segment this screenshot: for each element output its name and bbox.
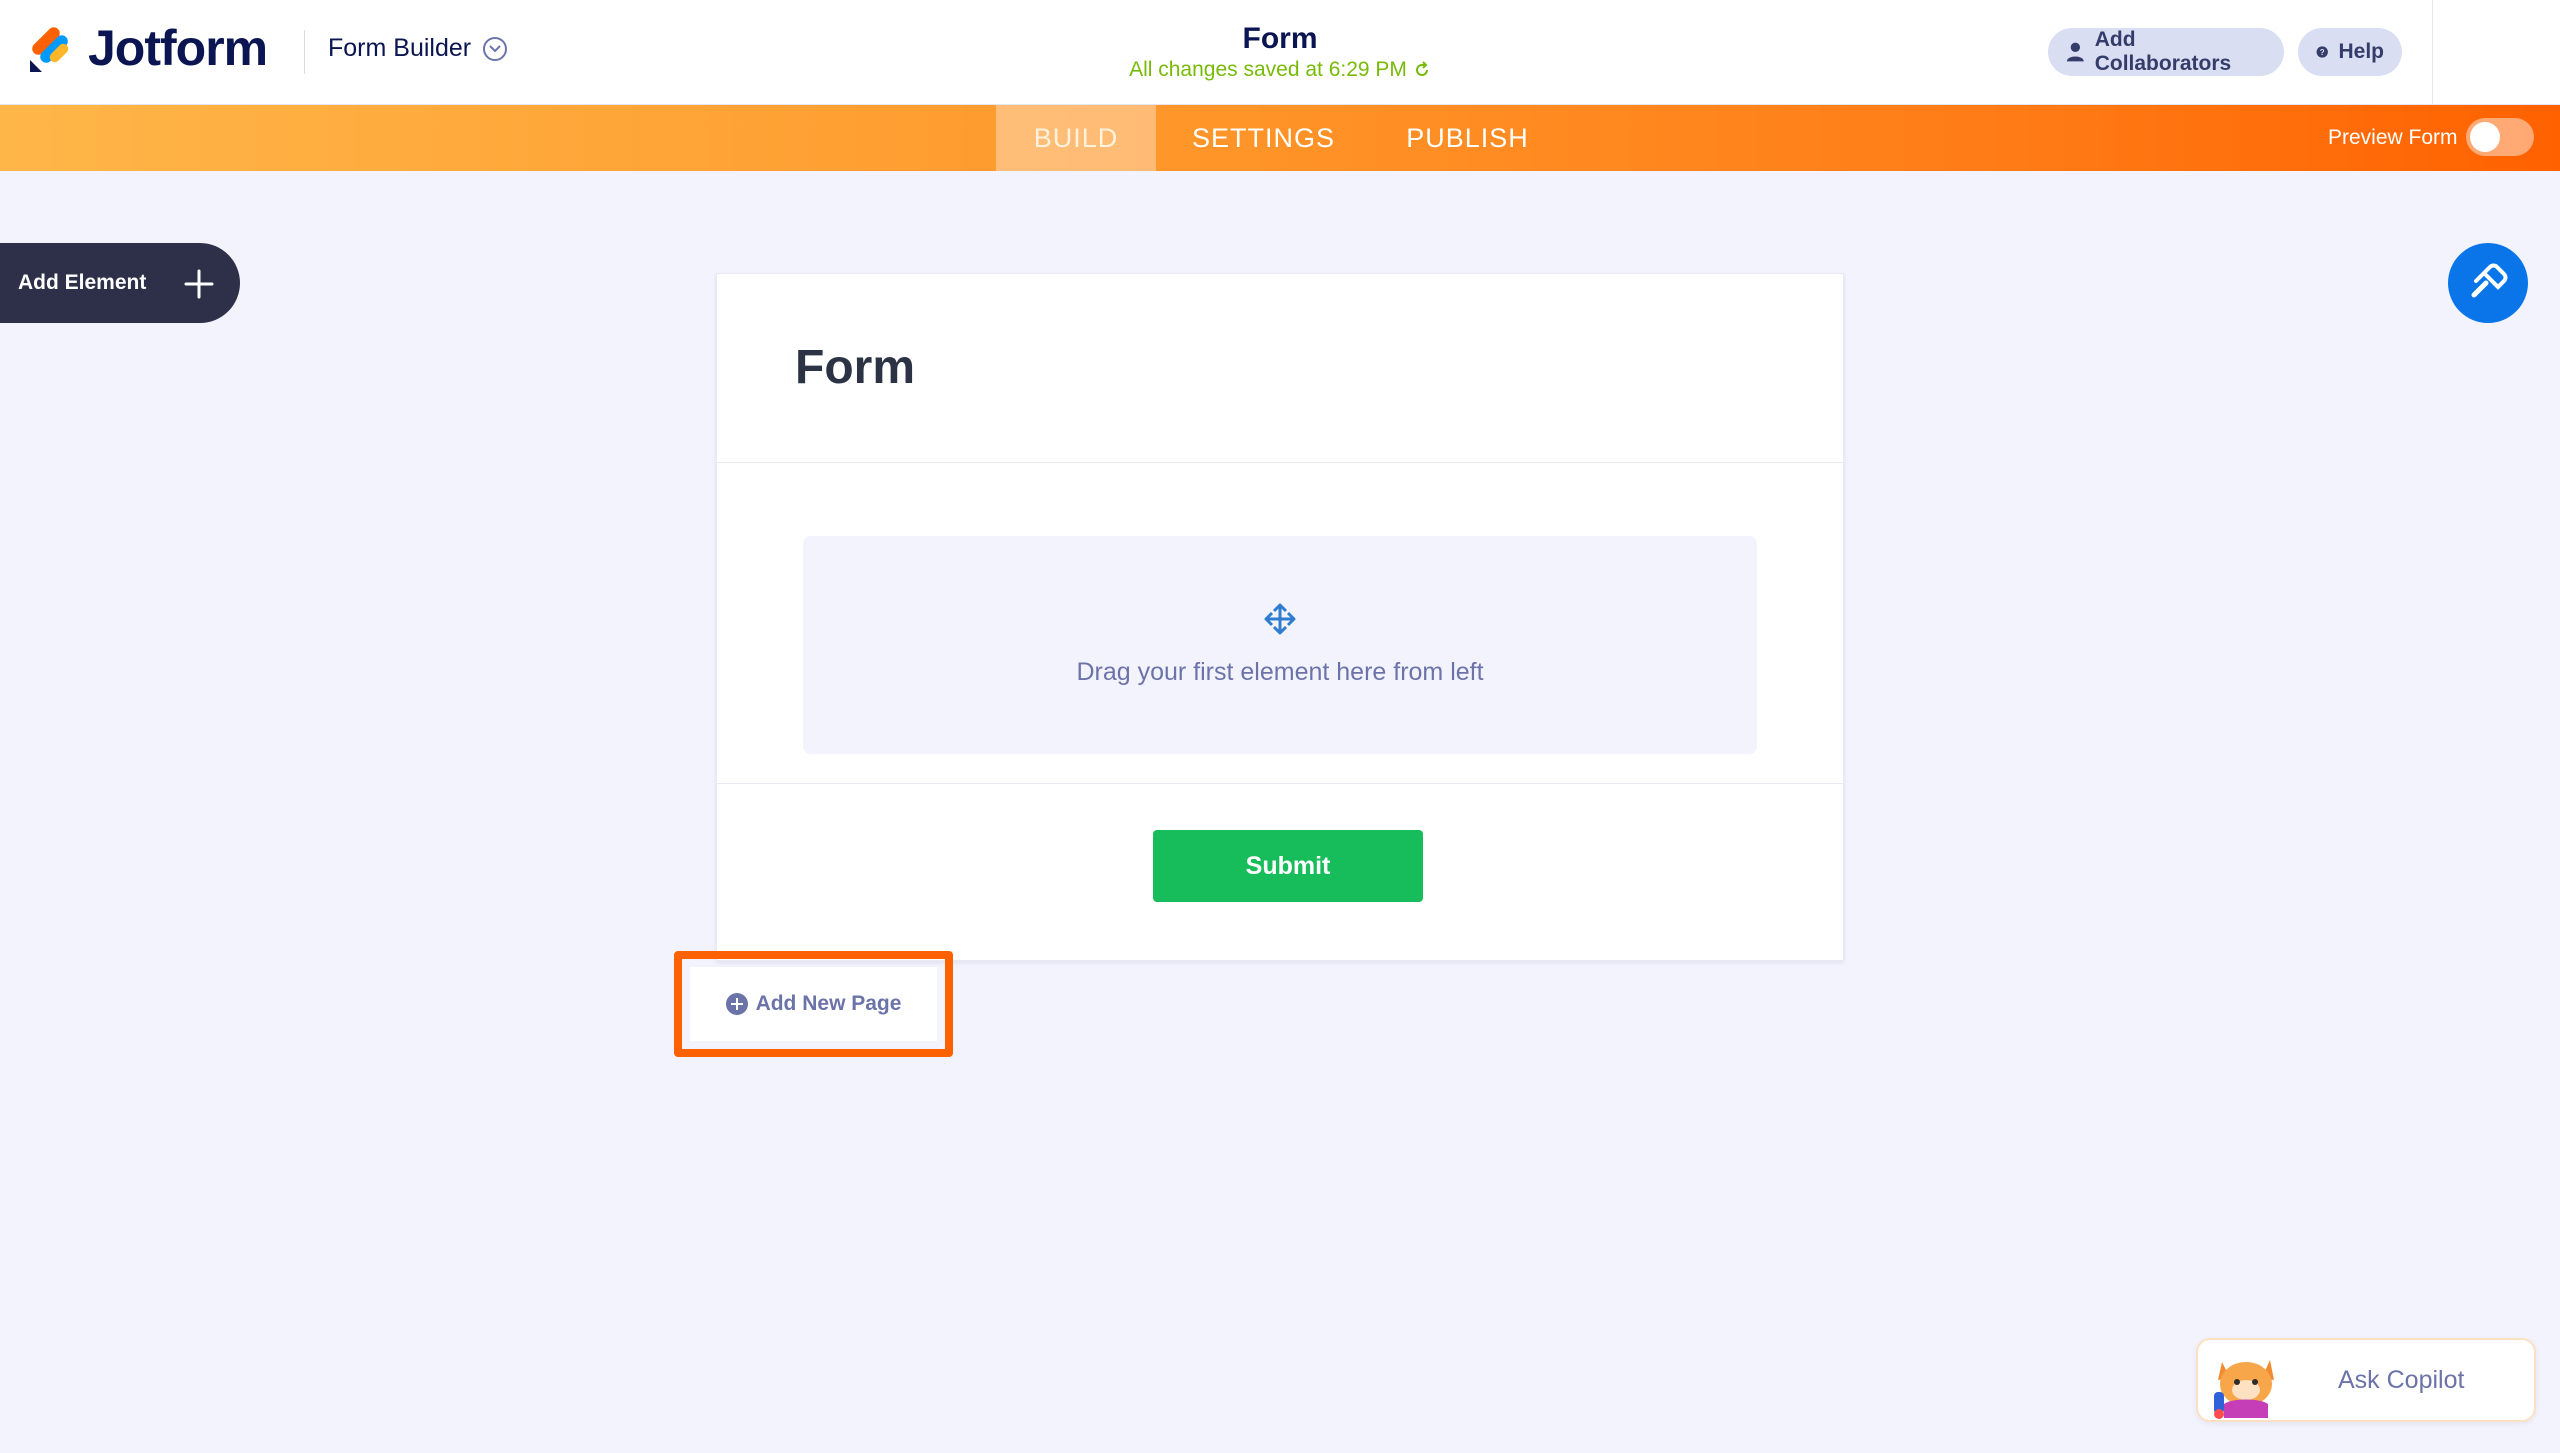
- add-collaborators-button[interactable]: Add Collaborators: [2048, 28, 2284, 76]
- paint-roller-icon: [2471, 263, 2508, 298]
- submit-button[interactable]: Submit: [1153, 830, 1423, 902]
- ask-copilot-label: Ask Copilot: [2338, 1365, 2465, 1394]
- user-icon: [2066, 42, 2084, 62]
- header-right-divider: [2432, 0, 2433, 105]
- add-new-page-label: Add New Page: [755, 992, 902, 1015]
- ask-copilot-button[interactable]: Ask Copilot: [2196, 1338, 2536, 1422]
- move-arrows-icon: [1264, 603, 1296, 635]
- tab-build[interactable]: BUILD: [996, 105, 1156, 171]
- plus-icon: [184, 269, 214, 299]
- submit-divider: [717, 783, 1843, 784]
- heading-divider: [717, 462, 1843, 463]
- help-label: Help: [2338, 40, 2384, 63]
- form-card: Form Drag your first element here from l…: [716, 273, 1844, 961]
- tab-publish[interactable]: PUBLISH: [1380, 105, 1555, 171]
- tab-settings[interactable]: SETTINGS: [1176, 105, 1351, 171]
- save-status-text: All changes saved at 6:29 PM: [1129, 58, 1407, 81]
- drop-zone-text: Drag your first element here from left: [1076, 658, 1484, 686]
- add-collaborators-label: Add Collaborators: [2094, 28, 2232, 75]
- copilot-cat-avatar-icon: [2214, 1360, 2274, 1419]
- form-heading[interactable]: Form: [795, 340, 915, 395]
- add-new-page-button[interactable]: Add New Page: [690, 967, 937, 1041]
- toggle-knob: [2470, 122, 2500, 152]
- add-element-button[interactable]: Add Element: [0, 243, 240, 323]
- plus-circle-icon: [725, 993, 748, 1015]
- question-icon: ?: [2316, 46, 2328, 58]
- builder-nav: BUILD SETTINGS PUBLISH Preview Form: [0, 105, 2560, 171]
- add-element-label: Add Element: [18, 271, 147, 294]
- drop-zone[interactable]: Drag your first element here from left: [803, 536, 1757, 754]
- form-designer-button[interactable]: [2448, 243, 2528, 323]
- svg-text:?: ?: [2320, 48, 2325, 57]
- refresh-icon: [1415, 61, 1428, 76]
- top-header: Jotform Form Builder Form All changes sa…: [0, 0, 2560, 105]
- help-button[interactable]: ? Help: [2298, 28, 2402, 76]
- preview-form-label: Preview Form: [2328, 126, 2458, 149]
